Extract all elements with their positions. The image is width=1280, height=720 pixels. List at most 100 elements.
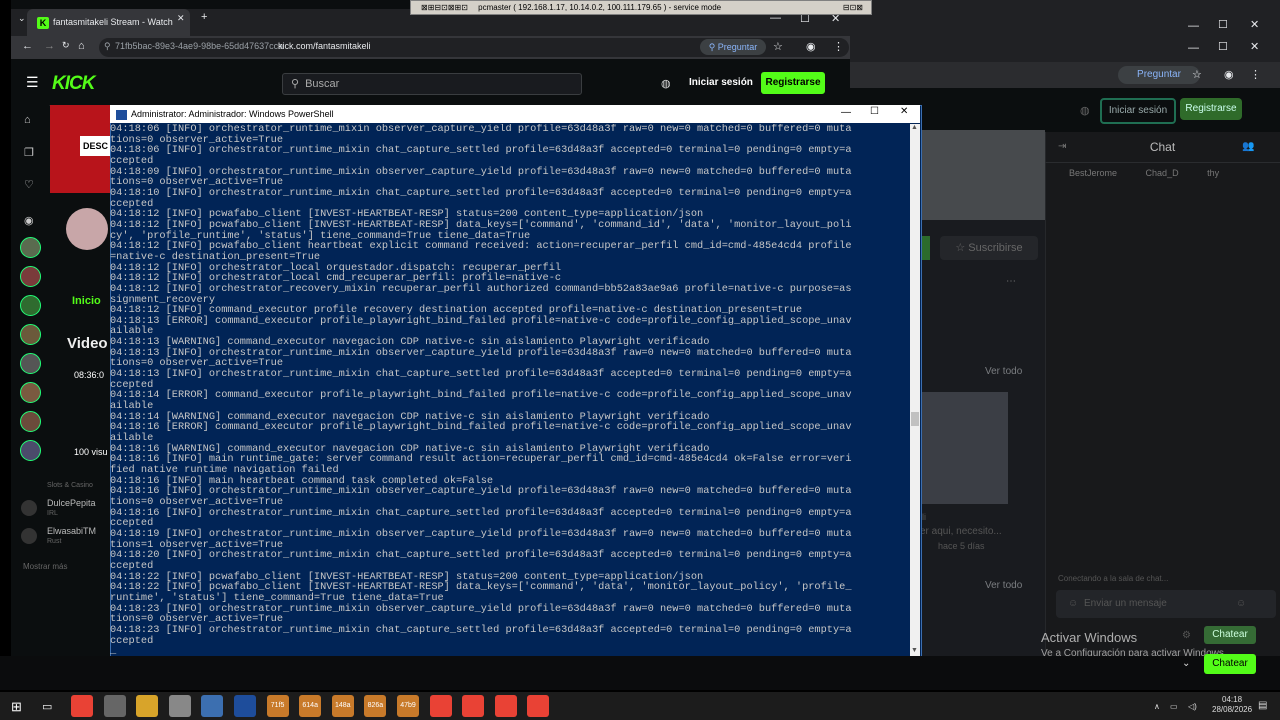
omnibox-url[interactable]: kick.com/fantasmitakeli	[278, 41, 371, 51]
share-icon[interactable]: ⋯	[1006, 276, 1016, 287]
task-view-icon[interactable]: ▭	[42, 700, 52, 713]
subscribe-button[interactable]: ☆ Suscribirse	[940, 236, 1038, 260]
live-nav-icon[interactable]: ◉	[24, 214, 34, 227]
taskbar-app-icon[interactable]	[201, 695, 224, 717]
chat-settings-icon[interactable]: ⚙	[1182, 630, 1191, 641]
background-ask-pill[interactable]: Preguntar	[1118, 66, 1200, 84]
following-nav-icon[interactable]: ♡	[24, 178, 34, 191]
browse-nav-icon[interactable]: ❐	[24, 146, 34, 159]
channel-avatar[interactable]	[20, 295, 41, 316]
taskbar-app-icon[interactable]	[168, 695, 191, 717]
background-register-button[interactable]: Registrarse	[1180, 98, 1242, 120]
tab-home[interactable]: Inicio	[72, 295, 101, 307]
bookmark-star-icon[interactable]: ☆	[773, 40, 783, 53]
chat-user[interactable]: BestJerome	[1069, 168, 1117, 178]
emoji-icon[interactable]: ☺	[1236, 598, 1246, 609]
see-all-link-2[interactable]: Ver todo	[985, 580, 1022, 591]
chat-send-button-2[interactable]: Chatear	[1204, 654, 1256, 674]
new-tab-button[interactable]: +	[201, 11, 207, 23]
powershell-console-output[interactable]: 04:18:06 [INFO] orchestrator_runtime_mix…	[110, 124, 910, 656]
taskbar-app-icon[interactable]: 47b9	[397, 695, 419, 717]
channel-avatar-large[interactable]	[66, 208, 108, 250]
remote-window-icons[interactable]: ⊟⊡⊠	[843, 1, 863, 14]
site-info-icon[interactable]: ⚲	[104, 41, 111, 52]
show-more-link[interactable]: Mostrar más	[23, 562, 67, 571]
side-channel-name[interactable]: ElwasabiTM	[47, 526, 96, 536]
ps-scrollbar-thumb[interactable]	[911, 412, 919, 426]
emote-icon[interactable]: ☺	[1068, 598, 1078, 609]
taskbar-app-icon[interactable]: 826a	[364, 695, 387, 717]
channel-avatar[interactable]	[20, 440, 41, 461]
ps-maximize-button[interactable]: ☐	[870, 106, 879, 117]
home-nav-icon[interactable]: ⌂	[24, 114, 31, 126]
volume-icon[interactable]: ◁)	[1188, 702, 1197, 711]
reload-icon[interactable]: ↻	[62, 40, 70, 51]
chat-user[interactable]: Chad_D	[1146, 168, 1179, 178]
taskbar-app-icon[interactable]	[462, 695, 485, 717]
taskbar-app-icon[interactable]	[494, 695, 517, 717]
chevron-down-icon[interactable]: ⌄	[1182, 658, 1190, 669]
chat-send-button[interactable]: Chatear	[1204, 626, 1256, 644]
channel-avatar[interactable]	[20, 411, 41, 432]
background-close-button[interactable]: ✕	[1250, 18, 1259, 31]
kebab-menu-icon[interactable]: ⋮	[1250, 68, 1261, 81]
forward-icon[interactable]: →	[44, 40, 55, 52]
taskbar-app-icon[interactable]	[136, 695, 159, 717]
video-card-title[interactable]: er aqui, necesito...	[920, 526, 1002, 537]
globe-icon[interactable]: ◍	[1080, 104, 1090, 117]
browser-tab[interactable]: Kfantasmitakeli Stream - Watch	[27, 9, 190, 36]
home-icon[interactable]: ⌂	[78, 40, 85, 52]
see-all-link[interactable]: Ver todo	[985, 366, 1022, 377]
taskbar-app-icon[interactable]: 148a	[331, 695, 354, 717]
globe-icon[interactable]: ◍	[661, 77, 671, 90]
channel-avatar[interactable]	[20, 382, 41, 403]
kick-search-input[interactable]: ⚲ Buscar	[282, 73, 582, 95]
side-avatar[interactable]	[21, 528, 37, 544]
hamburger-menu-icon[interactable]: ☰	[26, 74, 39, 91]
collapse-chat-icon[interactable]: ⇥	[1058, 141, 1066, 152]
start-button-icon[interactable]: ⊞	[11, 699, 22, 715]
network-icon[interactable]: ▭	[1170, 702, 1178, 711]
background-minimize-button[interactable]: —	[1188, 20, 1199, 32]
chat-user[interactable]: thy	[1207, 168, 1219, 178]
channel-avatar[interactable]	[20, 353, 41, 374]
users-icon[interactable]: 👥	[1242, 141, 1254, 152]
tab-close-icon[interactable]: ✕	[177, 13, 185, 24]
channel-avatar[interactable]	[20, 266, 41, 287]
scroll-down-icon[interactable]: ▼	[911, 647, 918, 654]
kick-logo[interactable]: KICK	[52, 73, 95, 95]
taskbar-app-icon[interactable]: 614a	[299, 695, 322, 717]
side-avatar[interactable]	[21, 500, 37, 516]
taskbar-app-icon[interactable]: 71f5	[266, 695, 289, 717]
channel-avatar[interactable]	[20, 237, 41, 258]
taskbar-app-icon[interactable]	[527, 695, 550, 717]
background-login-button[interactable]: Iniciar sesión	[1100, 98, 1176, 124]
register-button[interactable]: Registrarse	[761, 72, 825, 94]
scroll-up-icon[interactable]: ▲	[911, 124, 918, 131]
tab-search-icon[interactable]: ⌄	[18, 13, 26, 24]
background-maximize-button[interactable]: ☐	[1218, 18, 1228, 31]
kebab-menu-icon[interactable]: ⋮	[833, 40, 844, 53]
background-close-button-2[interactable]: ✕	[1250, 40, 1259, 53]
channel-avatar[interactable]	[20, 324, 41, 345]
notification-icon[interactable]: ▤	[1258, 700, 1267, 711]
ps-scrollbar[interactable]	[910, 124, 920, 656]
background-maximize-button-2[interactable]: ☐	[1218, 40, 1228, 53]
tray-chevron-icon[interactable]: ∧	[1154, 702, 1160, 711]
taskbar-clock[interactable]: 04:18 28/08/2026	[1212, 695, 1252, 715]
background-minimize-button-2[interactable]: —	[1188, 42, 1199, 54]
ask-pill[interactable]: ⚲ Preguntar	[700, 39, 766, 55]
taskbar-app-icon[interactable]	[429, 695, 452, 717]
profile-icon[interactable]: ◉	[1224, 68, 1234, 81]
taskbar-app-icon[interactable]	[103, 695, 126, 717]
login-button[interactable]: Iniciar sesión	[689, 77, 753, 88]
background-video-thumbnail[interactable]	[918, 392, 1008, 504]
profile-icon[interactable]: ◉	[806, 40, 816, 53]
back-icon[interactable]: ←	[22, 40, 33, 52]
ps-close-button[interactable]: ✕	[900, 106, 908, 117]
bookmark-star-icon[interactable]: ☆	[1192, 68, 1202, 81]
taskbar-app-icon[interactable]	[71, 695, 93, 717]
ps-minimize-button[interactable]: —	[841, 107, 851, 118]
taskbar-app-icon[interactable]	[234, 695, 256, 717]
side-channel-name[interactable]: DulcePepita	[47, 498, 96, 508]
